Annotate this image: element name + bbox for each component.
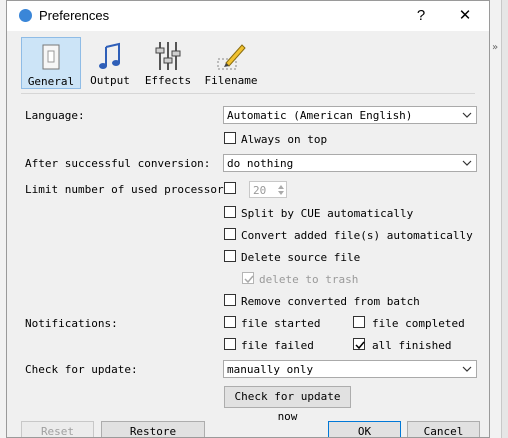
restore-defaults-button[interactable]: Restore defaults	[101, 421, 205, 437]
convert-added-checkbox[interactable]	[224, 228, 236, 240]
delete-source-checkbox[interactable]	[224, 250, 236, 262]
delete-source-label: Delete source file	[241, 251, 361, 264]
language-label: Language:	[25, 109, 85, 122]
chevron-down-icon	[462, 160, 472, 166]
background-scroll-arrow: »	[492, 42, 499, 53]
split-cue-checkbox[interactable]	[224, 206, 236, 218]
tab-general[interactable]: General	[21, 37, 81, 89]
processors-spinbox[interactable]: 20	[249, 181, 287, 198]
tab-filename[interactable]: Filename	[201, 37, 261, 89]
file-failed-checkbox[interactable]	[224, 338, 236, 350]
check-update-value: manually only	[227, 363, 314, 376]
delete-to-trash-label: delete to trash	[259, 273, 359, 286]
file-started-label: file started	[241, 317, 321, 330]
tab-general-label: General	[27, 75, 75, 88]
chevron-down-icon	[462, 366, 472, 372]
tab-effects-label: Effects	[144, 74, 192, 87]
file-failed-label: file failed	[241, 339, 314, 352]
processors-value: 20	[253, 184, 267, 197]
all-finished-checkbox[interactable]	[353, 338, 365, 350]
language-select[interactable]: Automatic (American English)	[223, 106, 477, 124]
check-update-now-button[interactable]: Check for update now	[224, 386, 351, 423]
all-finished-label: all finished	[372, 339, 452, 352]
window-title: Preferences	[39, 8, 110, 23]
after-conversion-select[interactable]: do nothing	[223, 154, 477, 172]
switch-icon	[42, 44, 60, 70]
check-update-label: Check for update:	[25, 363, 138, 376]
remove-converted-checkbox[interactable]	[224, 294, 236, 306]
tab-filename-label: Filename	[204, 74, 258, 87]
spin-down-icon[interactable]	[278, 190, 284, 196]
file-completed-checkbox[interactable]	[353, 316, 365, 328]
check-update-select[interactable]: manually only	[223, 360, 477, 378]
pencil-icon	[217, 44, 246, 70]
remove-converted-label: Remove converted from batch	[241, 295, 420, 308]
title-bar: Preferences ? ✕	[7, 1, 489, 31]
notifications-label: Notifications:	[25, 317, 118, 330]
checkmark-icon	[355, 341, 365, 350]
app-logo-icon	[19, 9, 32, 22]
split-cue-label: Split by CUE automatically	[241, 207, 414, 220]
cancel-button[interactable]: Cancel	[407, 421, 480, 437]
file-started-checkbox[interactable]	[224, 316, 236, 328]
background-window-edge	[501, 0, 508, 438]
always-on-top-label: Always on top	[241, 133, 328, 146]
reset-button[interactable]: Reset	[21, 421, 94, 437]
chevron-down-icon	[462, 112, 472, 118]
close-button[interactable]: ✕	[453, 6, 477, 26]
tab-effects[interactable]: Effects	[138, 37, 198, 89]
sliders-icon	[155, 42, 181, 70]
always-on-top-checkbox[interactable]	[224, 132, 236, 144]
music-note-icon	[99, 42, 120, 69]
processors-checkbox[interactable]	[224, 182, 236, 194]
convert-added-label: Convert added file(s) automatically	[241, 229, 473, 242]
help-button[interactable]: ?	[409, 6, 433, 26]
tab-output-label: Output	[90, 74, 130, 87]
checkmark-icon	[244, 275, 254, 284]
file-completed-label: file completed	[372, 317, 465, 330]
toolbar-separator	[21, 93, 475, 94]
preferences-dialog: Preferences ? ✕ General Output Effects F…	[6, 0, 490, 438]
after-conversion-label: After successful conversion:	[25, 157, 211, 170]
processors-label: Limit number of used processors:	[25, 183, 237, 196]
ok-button[interactable]: OK	[328, 421, 401, 437]
tab-output[interactable]: Output	[80, 37, 140, 89]
language-value: Automatic (American English)	[227, 109, 413, 122]
after-conversion-value: do nothing	[227, 157, 294, 170]
delete-to-trash-checkbox	[242, 272, 254, 284]
